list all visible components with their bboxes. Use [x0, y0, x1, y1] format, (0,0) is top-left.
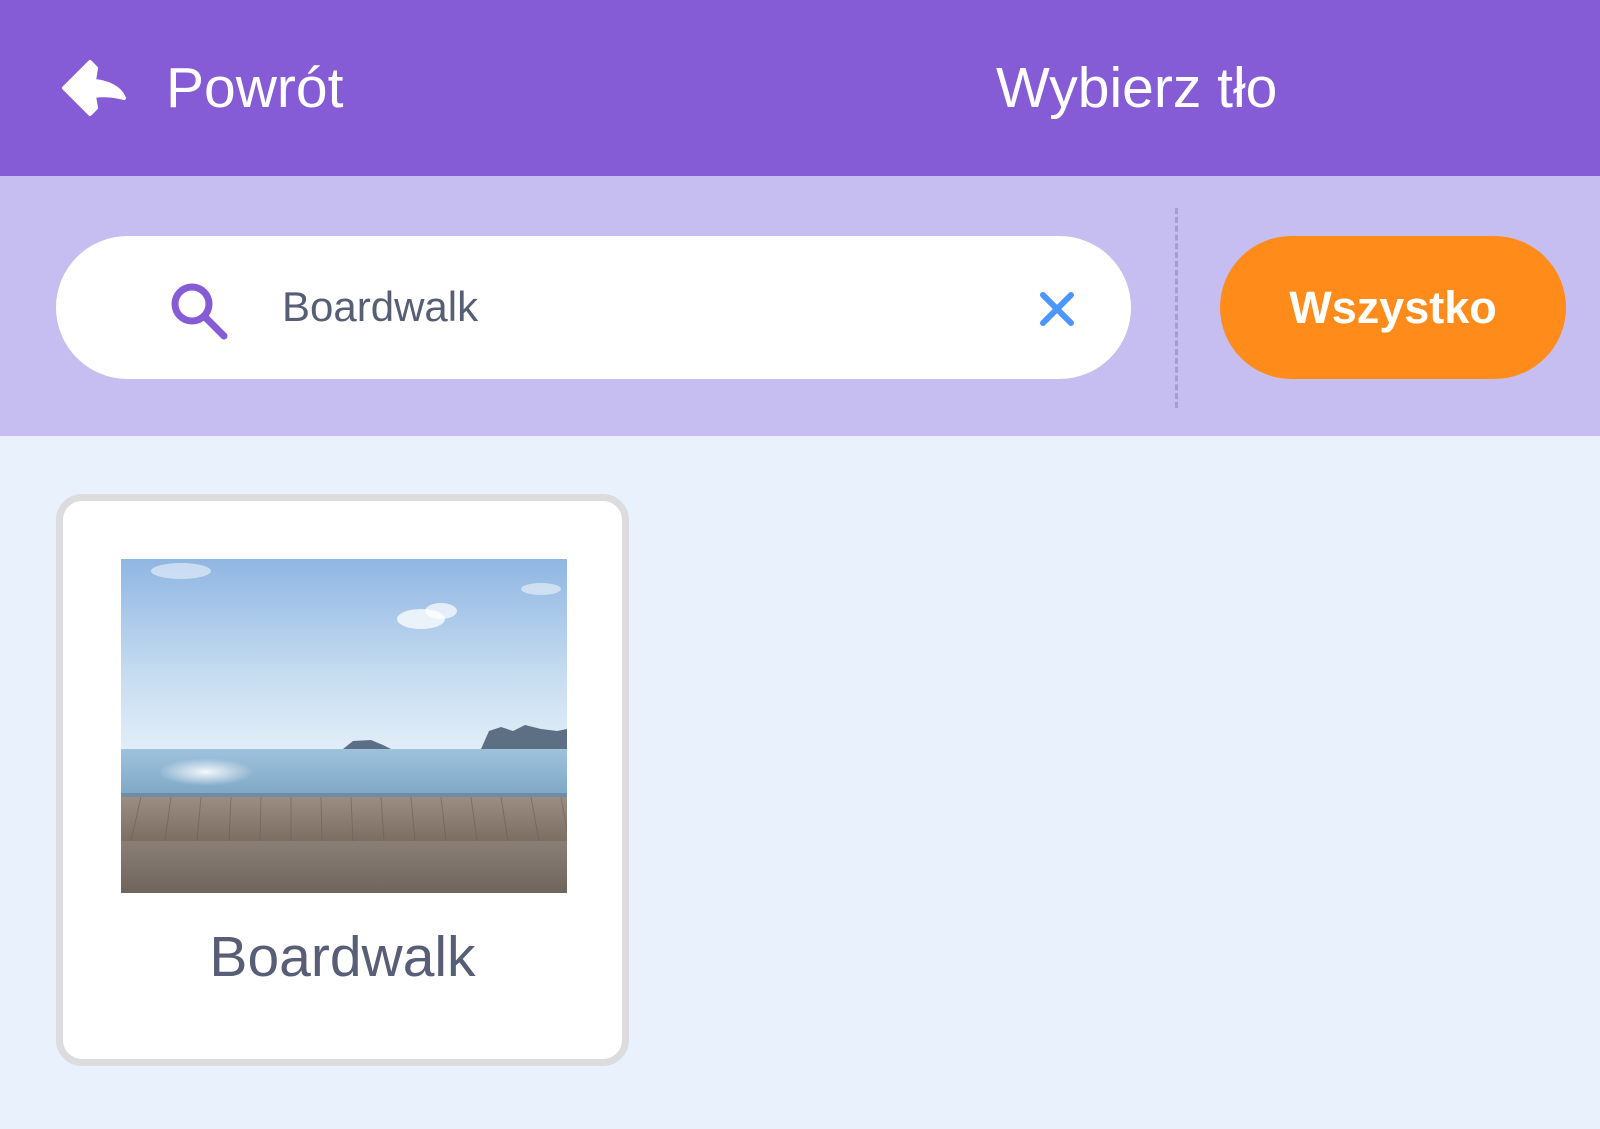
search-icon	[171, 283, 228, 340]
back-arrow-icon	[62, 60, 126, 116]
page-title: Wybierz tło	[996, 56, 1278, 120]
header-bar: Powrót Wybierz tło	[0, 0, 1600, 176]
filter-bar: Wszystko	[0, 176, 1600, 436]
back-button[interactable]: Powrót	[60, 48, 343, 128]
search-input[interactable]	[282, 270, 1042, 344]
back-label: Powrót	[166, 55, 344, 120]
search-box	[56, 236, 1131, 379]
library-item-label: Boardwalk	[209, 925, 476, 989]
library-item-boardwalk[interactable]: Boardwalk	[56, 494, 629, 1066]
boardwalk-thumbnail	[121, 559, 567, 893]
filter-divider	[1175, 208, 1178, 408]
clear-search-icon[interactable]	[1038, 290, 1076, 328]
all-filter-button[interactable]: Wszystko	[1220, 236, 1566, 379]
